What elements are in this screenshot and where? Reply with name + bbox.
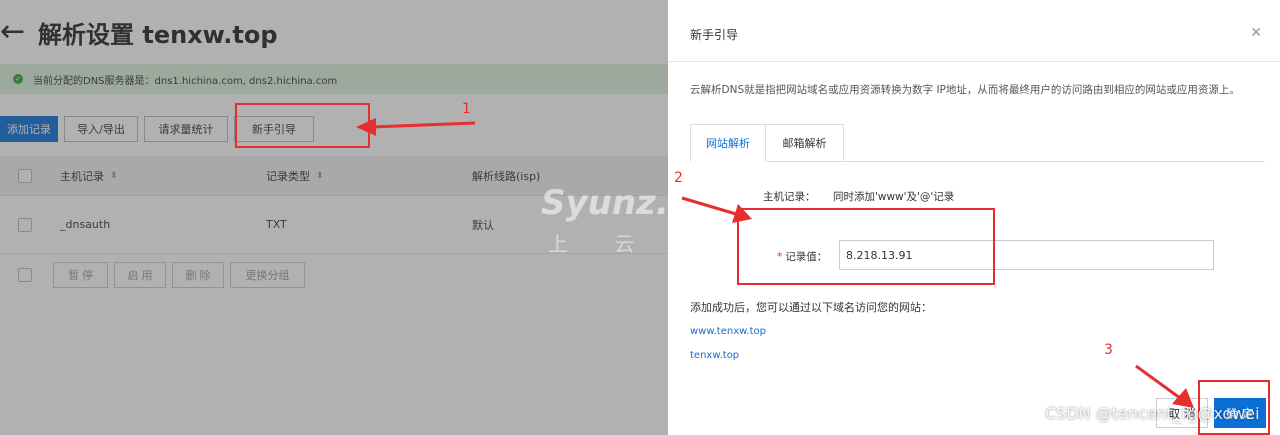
link-www[interactable]: www.tenxw.top: [690, 326, 766, 337]
close-icon[interactable]: ✕: [1250, 25, 1262, 41]
host-record-label: 主机记录：: [763, 191, 816, 203]
annotation-step-1: 1: [462, 101, 471, 117]
annotation-step-3: 3: [1104, 342, 1113, 358]
modal-intro: 云解析DNS就是指把网站域名或应用资源转换为数字 IP地址，从而将最终用户的访问…: [690, 84, 1240, 96]
watermark-csdn: CSDN @tencent_tg@xowei: [1045, 404, 1260, 423]
link-root[interactable]: tenxw.top: [690, 350, 739, 361]
success-text: 添加成功后，您可以通过以下域名访问您的网站：: [690, 301, 932, 314]
tab-website[interactable]: 网站解析: [690, 124, 766, 162]
annotation-arrow-icon: [356, 118, 476, 136]
page-root: ← 解析设置 tenxw.top ✓ 当前分配的DNS服务器是：dns1.hic…: [0, 0, 1280, 435]
annotation-box-record: [737, 208, 995, 285]
modal-tabs: 网站解析 邮箱解析: [690, 124, 844, 162]
modal-header: 新手引导 ✕: [668, 8, 1280, 62]
tab-divider: [768, 161, 1265, 162]
tab-email[interactable]: 邮箱解析: [766, 124, 844, 162]
modal-title: 新手引导: [690, 28, 739, 42]
annotation-step-2: 2: [674, 170, 683, 186]
host-record-value: 同时添加'www'及'@'记录: [833, 191, 955, 203]
